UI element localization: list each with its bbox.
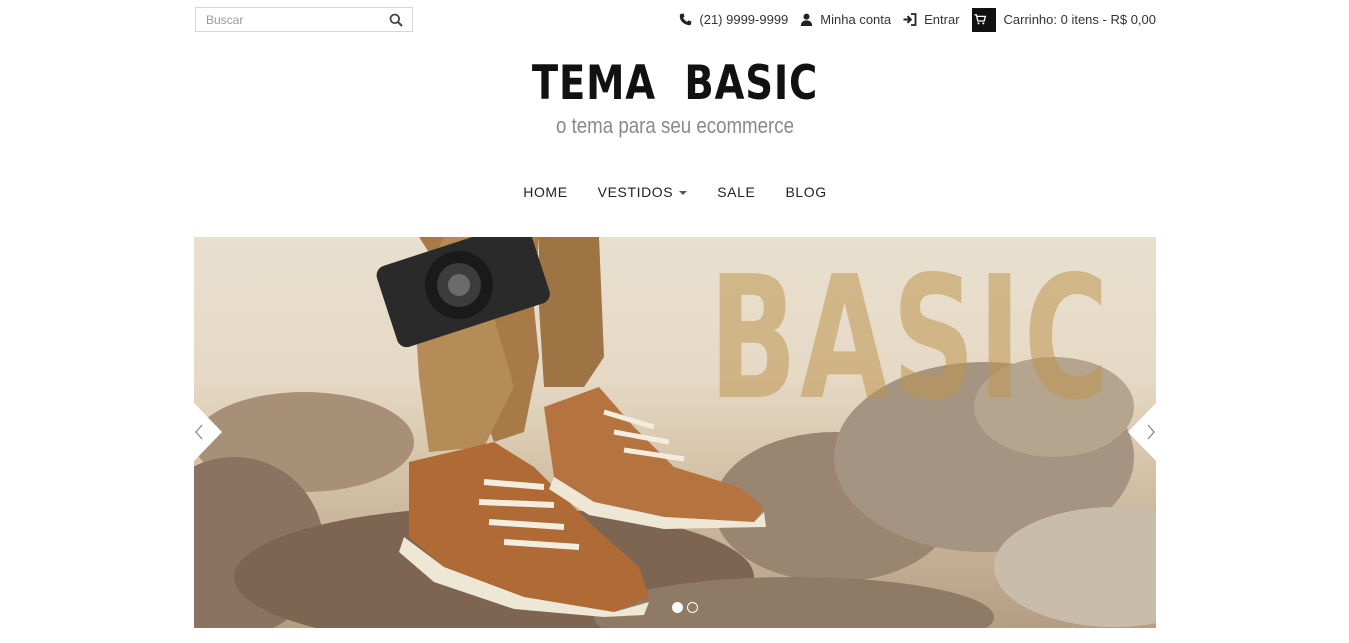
- phone-icon: [680, 13, 692, 26]
- slider-dot-1[interactable]: [672, 602, 683, 613]
- slider-next-button[interactable]: [1126, 403, 1156, 461]
- search-box: [195, 7, 413, 32]
- nav-label-home: HOME: [523, 184, 568, 200]
- user-icon: [801, 13, 813, 26]
- sign-in-icon: [903, 13, 917, 26]
- banner-overlay-text: BASIC: [709, 240, 1112, 438]
- cart-link[interactable]: Carrinho: 0 itens - R$ 0,00: [971, 7, 1156, 32]
- phone-number: (21) 9999-9999: [699, 12, 789, 27]
- nav-label-vestidos: VESTIDOS: [597, 184, 674, 200]
- slider-dots: [672, 602, 702, 613]
- login-link[interactable]: Entrar: [903, 12, 960, 27]
- cart-summary: Carrinho: 0 itens - R$ 0,00: [1003, 12, 1156, 27]
- nav-item-home[interactable]: HOME: [523, 180, 567, 204]
- slider-dot-2[interactable]: [687, 602, 698, 613]
- phone-link[interactable]: (21) 9999-9999: [679, 12, 788, 27]
- site-logo-title[interactable]: TEMA BASIC: [281, 52, 1070, 116]
- hero-slider[interactable]: BASIC: [194, 237, 1156, 628]
- nav-item-vestidos[interactable]: VESTIDOS: [598, 180, 688, 204]
- slider-prev-button[interactable]: [194, 403, 224, 461]
- caret-down-icon: [679, 191, 688, 195]
- login-label: Entrar: [924, 12, 960, 27]
- site-logo-subtitle: o tema para seu ecommerce: [555, 113, 795, 138]
- nav-item-sale[interactable]: SALE: [717, 180, 755, 204]
- nav-item-blog[interactable]: BLOG: [785, 180, 826, 204]
- cart-icon-box: [971, 7, 996, 32]
- search-input[interactable]: [206, 8, 376, 31]
- nav-label-blog: BLOG: [785, 184, 827, 200]
- account-label: Minha conta: [820, 12, 892, 27]
- main-nav: HOME VESTIDOS SALE BLOG: [194, 180, 1156, 204]
- cart-icon: [974, 14, 987, 25]
- page-container: (21) 9999-9999 Minha conta Entrar: [194, 0, 1156, 643]
- search-icon[interactable]: [389, 13, 403, 27]
- top-links: (21) 9999-9999 Minha conta Entrar Carrin…: [667, 7, 1156, 32]
- account-link[interactable]: Minha conta: [800, 12, 891, 27]
- nav-label-sale: SALE: [717, 184, 756, 200]
